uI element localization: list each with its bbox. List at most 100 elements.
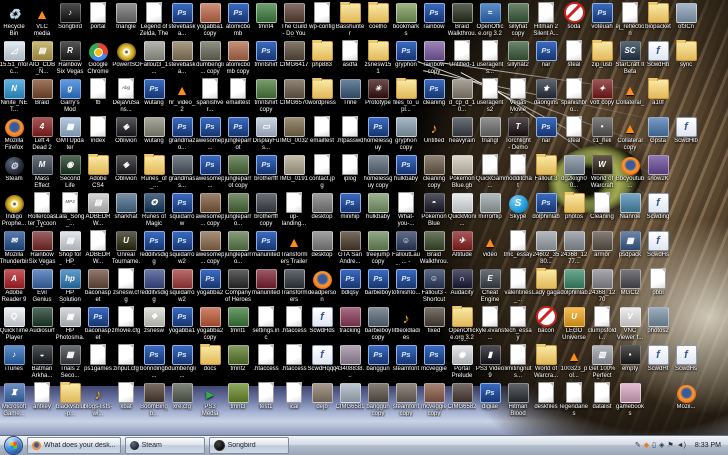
desktop-icon-awesomep[interactable]: Psawesomep... bbox=[196, 116, 224, 154]
desktop-icon-adobe-reader-9[interactable]: AAdobe Reader 9 bbox=[0, 268, 28, 306]
desktop-icon-minihip[interactable]: Psminihip bbox=[336, 192, 364, 230]
language-flag-icon[interactable]: ⚑ bbox=[667, 442, 673, 449]
desktop-icon-cheat-engine[interactable]: ECheat Engine bbox=[476, 268, 504, 306]
desktop-icon-hitman-2-silent-a[interactable]: Hitman 2 Silent A... bbox=[532, 2, 560, 40]
desktop-icon-audiosurf[interactable]: Audiosurf bbox=[28, 306, 56, 344]
desktop-icon-ej-reflection[interactable]: ej_reflection bbox=[616, 2, 644, 40]
desktop-icon-yogabba2-copy[interactable]: yogabba2 copy bbox=[196, 306, 224, 344]
desktop-icon-basshunter[interactable]: Basshunter bbox=[336, 2, 364, 40]
volume-icon[interactable]: ◄) bbox=[677, 442, 686, 449]
taskbar-button-songbird[interactable]: Songbird bbox=[209, 437, 289, 454]
desktop-icon-portal-prelude[interactable]: ◉Portal Prelude bbox=[448, 344, 476, 382]
desktop-icon-mcveggie-copy[interactable]: mcveggie copy bbox=[420, 382, 448, 420]
desktop-icon-deadperson[interactable]: deadperson bbox=[308, 268, 336, 306]
desktop-icon-fixed[interactable]: fixed bbox=[420, 306, 448, 344]
desktop-icon-yogabba1[interactable]: Psyogabba1 bbox=[168, 306, 196, 344]
desktop-icon-cimg6581[interactable]: CIMG6581 bbox=[336, 382, 364, 420]
desktop-icon-manunited[interactable]: Psmanunited bbox=[252, 230, 280, 268]
desktop-icon-redditvsdigg[interactable]: redditvsdigg bbox=[140, 268, 168, 306]
desktop-icon-untitled-1[interactable]: Untitled-1 bbox=[448, 40, 476, 78]
desktop-icon-boombingb[interactable]: BoomBingb... bbox=[140, 382, 168, 420]
desktop-icon-fb[interactable]: fb bbox=[84, 78, 112, 116]
desktop-icon-baconaspet[interactable]: Psbaconaspet bbox=[84, 306, 112, 344]
desktop-icon-photos2[interactable]: photos2 bbox=[644, 306, 672, 344]
desktop-icon-barbieboy[interactable]: Psbarbieboy bbox=[364, 268, 392, 306]
desktop-icon-cleaning[interactable]: Pscleaning bbox=[420, 78, 448, 116]
desktop-icon-homelessguy-copy[interactable]: homelessguy copy bbox=[364, 154, 392, 192]
desktop-icon-grandmazo[interactable]: Psgrandmazo... bbox=[168, 116, 196, 154]
desktop-icon-fallout3-1[interactable]: Fallout3_1... bbox=[140, 40, 168, 78]
desktop-icon-what-you[interactable]: What-you-... bbox=[392, 192, 420, 230]
desktop-icon-pokemon-blue-gb[interactable]: Pokemon Blue.gb bbox=[448, 154, 476, 192]
desktop-icon-mcveggie[interactable]: Psmcveggie bbox=[420, 344, 448, 382]
desktop-icon-index[interactable]: index bbox=[84, 116, 112, 154]
desktop-icon-dg2kilgh00[interactable]: dg2kilgh00... bbox=[560, 154, 588, 192]
desktop-icon-asdfa[interactable]: asdfa bbox=[336, 40, 364, 78]
desktop-icon-bdlqsy[interactable]: Psbdlqsy bbox=[336, 268, 364, 306]
desktop-icon-second-life[interactable]: ◉Second Life bbox=[56, 154, 84, 192]
desktop-icon-c1-heli[interactable]: •c1_heli bbox=[588, 116, 616, 154]
desktop-icon-shop-for-hp-supplies[interactable]: ▤Shop for HP Supplies bbox=[56, 230, 84, 268]
desktop-icon-awesomep[interactable]: Psawesomep... bbox=[196, 154, 224, 192]
desktop-icon-gmtupdater[interactable]: ▦GMTUpdater bbox=[56, 116, 84, 154]
desktop-icon-squidarrow2[interactable]: Pssquidarrow2 bbox=[168, 230, 196, 268]
desktop-icon-cleaning[interactable]: Cleaning bbox=[588, 192, 616, 230]
desktop-icon-gta-san-andre[interactable]: GTA San Andre... bbox=[336, 230, 364, 268]
desktop-icon-modditchat[interactable]: modditchat bbox=[504, 154, 532, 192]
desktop-icon-oblivion[interactable]: ◈Oblivion bbox=[112, 116, 140, 154]
desktop-icon-untitled[interactable]: ♪Untitled bbox=[420, 116, 448, 154]
desktop-icon-desktop[interactable]: desktop bbox=[308, 230, 336, 268]
desktop-icon-rainbow-six-vegas-2[interactable]: Rainbow Six Vegas 2 bbox=[28, 230, 56, 268]
desktop-icon-php883[interactable]: php883 bbox=[308, 40, 336, 78]
desktop-icon-wutang[interactable]: Pswutang bbox=[140, 78, 168, 116]
desktop-icon-get-100-perfect-sc[interactable]: ▥Get 100% Perfect Sc... bbox=[588, 344, 616, 382]
desktop-icon-poweriso[interactable]: PowerISO bbox=[112, 40, 140, 78]
desktop-icon-trine[interactable]: Trine bbox=[336, 78, 364, 116]
desktop-icon-xbat[interactable]: xbat bbox=[112, 382, 140, 420]
desktop-icon-bbcyoutub[interactable]: Bbcyoutub... bbox=[616, 154, 644, 192]
desktop-icon-tmnt2[interactable]: tmnt2 bbox=[224, 344, 252, 382]
desktop-icon-banggun[interactable]: Psbanggun bbox=[364, 344, 392, 382]
desktop-icon-tmntshirt-copy[interactable]: tmntshirt copy bbox=[252, 78, 280, 116]
desktop-icon-desktop[interactable]: desktop bbox=[308, 192, 336, 230]
desktop-icon-jungleparrot-copy[interactable]: jungleparrot copy bbox=[224, 154, 252, 192]
desktop-icon-brotherfff[interactable]: Psbrotherfff bbox=[252, 154, 280, 192]
desktop-icon-gpsta[interactable]: Gpsta bbox=[644, 116, 672, 154]
desktop-icon-htpasswd[interactable]: .htpasswd bbox=[336, 116, 364, 154]
desktop-icon-adbedrw[interactable]: ▤ADBEDRW... bbox=[84, 192, 112, 230]
desktop-icon-scwdhqqq[interactable]: fScwdHqqq bbox=[308, 344, 336, 382]
desktop-icon-yogabba2[interactable]: Psyogabba2 bbox=[196, 268, 224, 306]
desktop-icon-audacity[interactable]: ∩Audacity bbox=[448, 268, 476, 306]
desktop-icon-left-4-dead-2[interactable]: 4Left 4 Dead 2 bbox=[28, 116, 56, 154]
desktop-icon-the-guild-do-you-w[interactable]: The Guild - Do You W... bbox=[280, 2, 308, 40]
desktop-icon-vnc-viewer-f[interactable]: VVNC Viewer f... bbox=[616, 306, 644, 344]
desktop-icon-docs[interactable]: docs bbox=[196, 344, 224, 382]
dual-monitor-icon[interactable]: ▯ bbox=[652, 442, 656, 449]
desktop-icon-hitman-blood-money[interactable]: Hitman Blood Money bbox=[504, 382, 532, 420]
desktop-icon-bacon[interactable]: bacon bbox=[532, 306, 560, 344]
network-icon[interactable]: ◈ bbox=[659, 442, 664, 449]
desktop-icon-lala-song[interactable]: MP3Lala_Song_... bbox=[56, 192, 84, 230]
desktop-icon-dolphinlab[interactable]: Psdolphinlab bbox=[532, 192, 560, 230]
desktop-icon-scwdhb[interactable]: fScwdHb bbox=[644, 40, 672, 78]
desktop-icon-redditvsdigg[interactable]: Psredditvsdigg bbox=[140, 230, 168, 268]
desktop-icon-hr-video-2[interactable]: ▲hr_video_2 bbox=[168, 78, 196, 116]
desktop-icon-jungleparro[interactable]: jungleparro... bbox=[224, 192, 252, 230]
desktop-icon-zsnesw151[interactable]: zsnesw151 bbox=[364, 40, 392, 78]
desktop-icon-img-0191[interactable]: IMG_0191 bbox=[280, 154, 308, 192]
desktop-icon-tmnt3[interactable]: tmnt3 bbox=[224, 382, 252, 420]
desktop-icon-squidarrow[interactable]: Pssquidarrow bbox=[168, 192, 196, 230]
desktop-icon-scwdhds[interactable]: fScwdHds bbox=[308, 306, 336, 344]
desktop-icon-sync[interactable]: sync bbox=[672, 40, 700, 78]
desktop-icon-stevebaska[interactable]: Psstevebaska... bbox=[168, 2, 196, 40]
desktop-icon-grandmass[interactable]: grandmass... bbox=[168, 154, 196, 192]
taskbar-button-steam[interactable]: Steam bbox=[125, 437, 205, 454]
desktop-icon-hp-photosma[interactable]: ▣HP Photosma... bbox=[56, 306, 84, 344]
desktop-icon-ps3-video-9[interactable]: ▮PS3 Video 9 bbox=[476, 344, 504, 382]
desktop-icon-atomicbomb[interactable]: Psatomicbomb bbox=[224, 2, 252, 40]
desktop-icon-rainbow[interactable]: Psrainbow bbox=[420, 2, 448, 40]
songbird-icon[interactable]: ◆ bbox=[644, 442, 649, 449]
desktop-icon-gamebooks[interactable]: gamebooks bbox=[616, 382, 644, 420]
desktop-icon-world-of-warcra[interactable]: World of Warcra... bbox=[532, 344, 560, 382]
desktop-icon-sillyhat-copy[interactable]: sillyhat copy bbox=[504, 2, 532, 40]
